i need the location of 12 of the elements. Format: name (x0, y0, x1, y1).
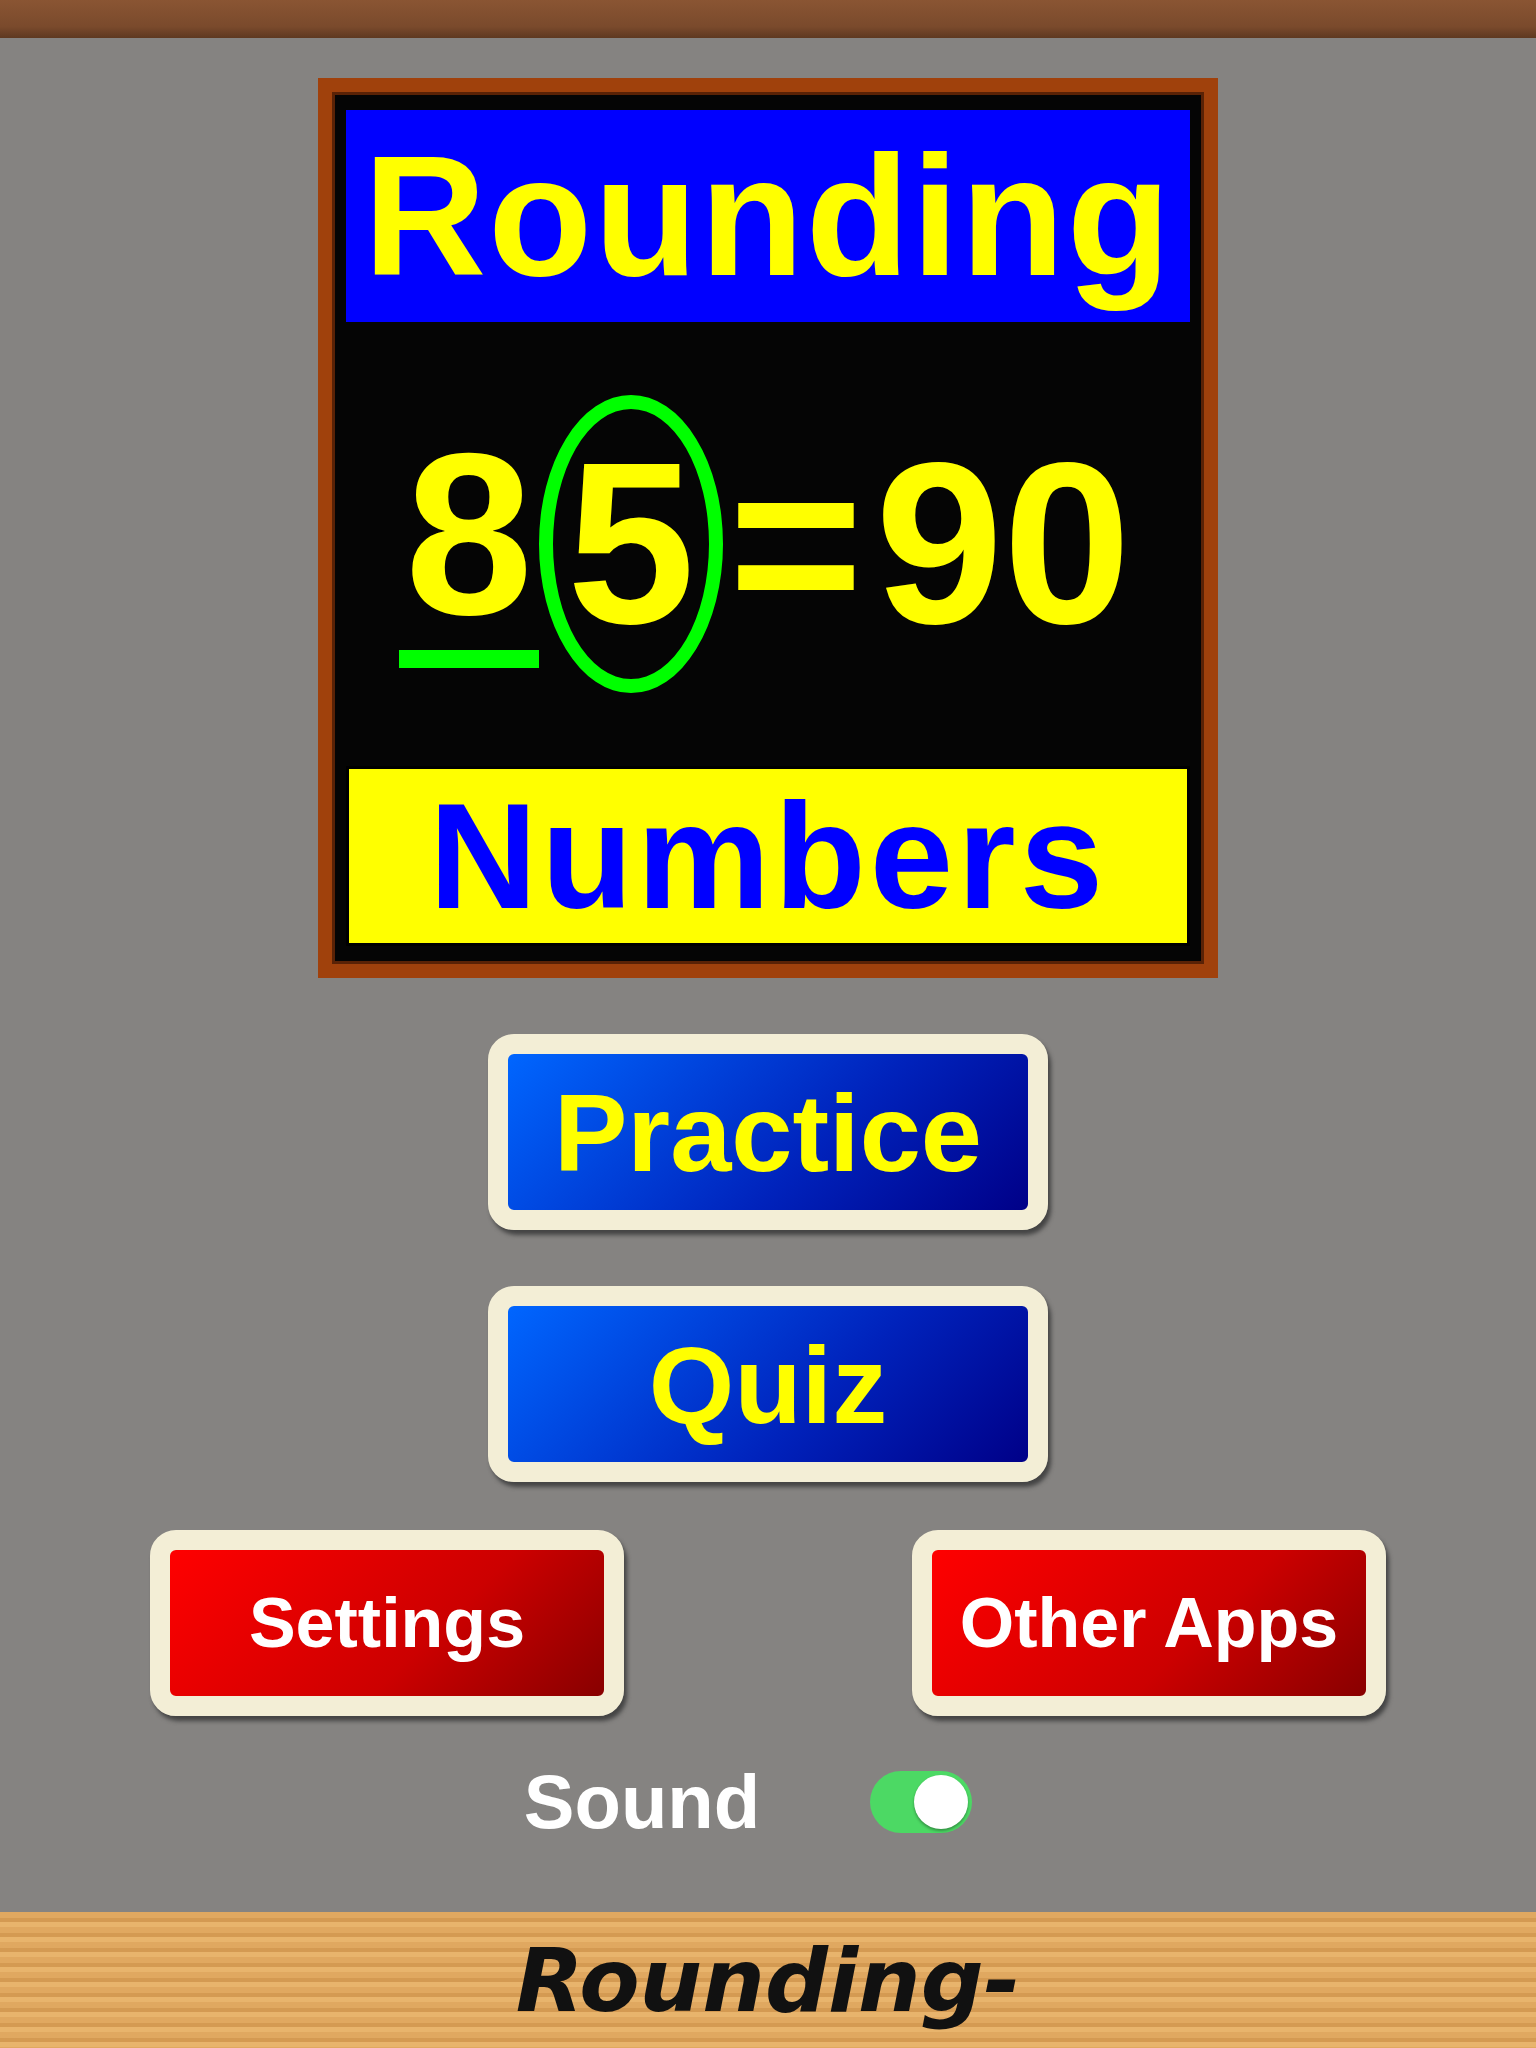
logo-subtitle: Numbers (346, 766, 1190, 946)
menu-button[interactable]: Practice (488, 1034, 1048, 1230)
underlined-digit: 8 (399, 420, 539, 668)
menu-button[interactable]: Other Apps (912, 1530, 1386, 1716)
menu-button[interactable]: Quiz (488, 1286, 1048, 1482)
equation-text: 90 (874, 429, 1132, 659)
logo-title: Rounding (346, 110, 1190, 322)
sound-label: Sound (523, 1758, 761, 1845)
menu-button[interactable]: Settings (150, 1530, 624, 1716)
equation-text: = (727, 429, 865, 659)
footer-title: Rounding- (515, 1928, 1021, 2032)
circled-digit: 5 (538, 395, 723, 693)
